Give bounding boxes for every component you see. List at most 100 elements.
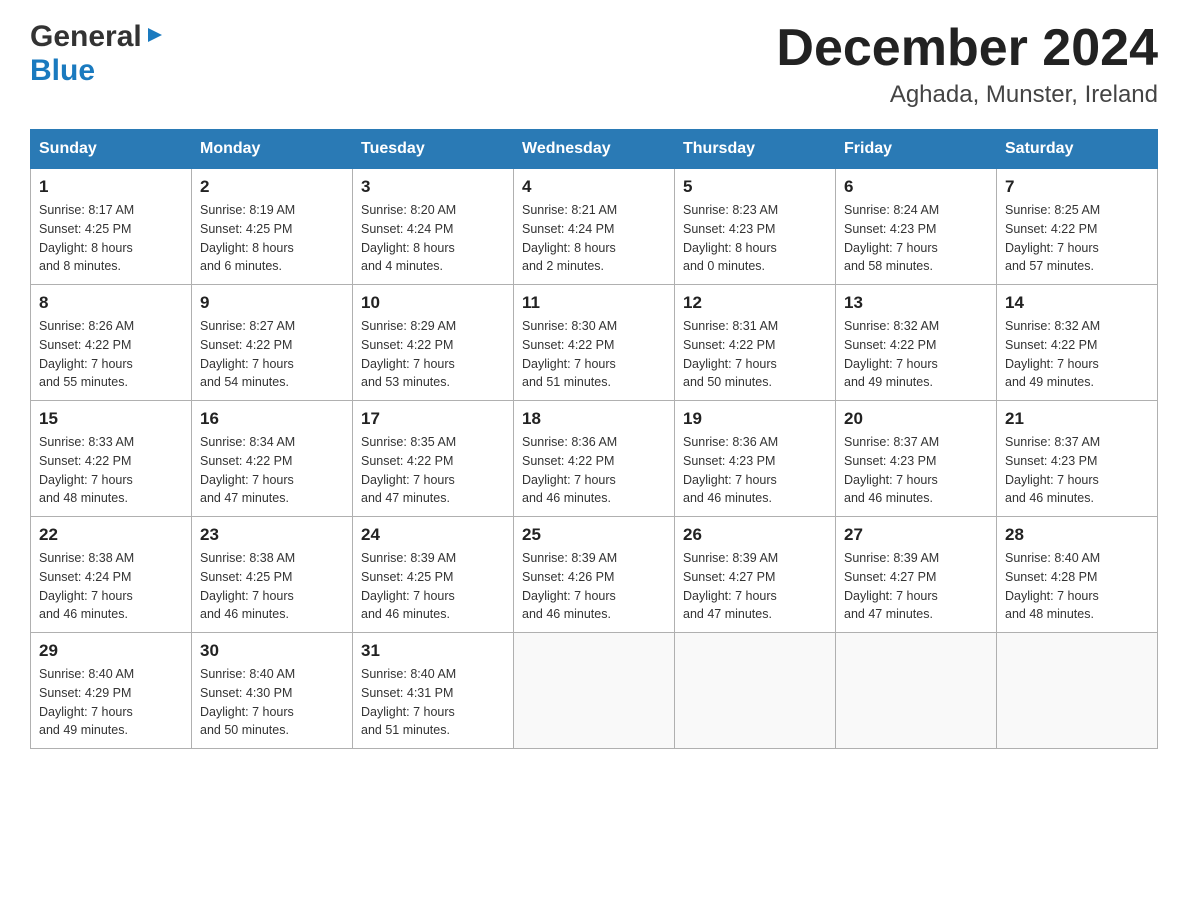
calendar-cell [514, 633, 675, 749]
calendar-cell: 11 Sunrise: 8:30 AMSunset: 4:22 PMDaylig… [514, 285, 675, 401]
week-row-1: 1 Sunrise: 8:17 AMSunset: 4:25 PMDayligh… [31, 169, 1158, 285]
day-number: 8 [39, 293, 183, 313]
page-header: General Blue December 2024 Aghada, Munst… [30, 20, 1158, 109]
week-row-5: 29 Sunrise: 8:40 AMSunset: 4:29 PMDaylig… [31, 633, 1158, 749]
day-info: Sunrise: 8:32 AMSunset: 4:22 PMDaylight:… [844, 319, 939, 389]
calendar-cell: 5 Sunrise: 8:23 AMSunset: 4:23 PMDayligh… [675, 169, 836, 285]
day-info: Sunrise: 8:31 AMSunset: 4:22 PMDaylight:… [683, 319, 778, 389]
day-number: 31 [361, 641, 505, 661]
day-info: Sunrise: 8:40 AMSunset: 4:30 PMDaylight:… [200, 667, 295, 737]
day-number: 30 [200, 641, 344, 661]
day-number: 10 [361, 293, 505, 313]
col-header-tuesday: Tuesday [353, 130, 514, 169]
day-info: Sunrise: 8:39 AMSunset: 4:25 PMDaylight:… [361, 551, 456, 621]
calendar-cell: 7 Sunrise: 8:25 AMSunset: 4:22 PMDayligh… [997, 169, 1158, 285]
week-row-2: 8 Sunrise: 8:26 AMSunset: 4:22 PMDayligh… [31, 285, 1158, 401]
day-number: 21 [1005, 409, 1149, 429]
logo-triangle-icon [144, 24, 166, 46]
day-info: Sunrise: 8:25 AMSunset: 4:22 PMDaylight:… [1005, 203, 1100, 273]
day-number: 18 [522, 409, 666, 429]
day-info: Sunrise: 8:39 AMSunset: 4:26 PMDaylight:… [522, 551, 617, 621]
col-header-thursday: Thursday [675, 130, 836, 169]
day-number: 23 [200, 525, 344, 545]
day-info: Sunrise: 8:29 AMSunset: 4:22 PMDaylight:… [361, 319, 456, 389]
col-header-wednesday: Wednesday [514, 130, 675, 169]
day-number: 22 [39, 525, 183, 545]
calendar-cell: 17 Sunrise: 8:35 AMSunset: 4:22 PMDaylig… [353, 401, 514, 517]
day-info: Sunrise: 8:39 AMSunset: 4:27 PMDaylight:… [844, 551, 939, 621]
day-number: 29 [39, 641, 183, 661]
day-number: 12 [683, 293, 827, 313]
day-number: 11 [522, 293, 666, 313]
calendar-cell: 20 Sunrise: 8:37 AMSunset: 4:23 PMDaylig… [836, 401, 997, 517]
logo-blue-text: Blue [30, 54, 95, 87]
col-header-friday: Friday [836, 130, 997, 169]
calendar-cell [675, 633, 836, 749]
day-info: Sunrise: 8:19 AMSunset: 4:25 PMDaylight:… [200, 203, 295, 273]
day-info: Sunrise: 8:37 AMSunset: 4:23 PMDaylight:… [844, 435, 939, 505]
calendar-cell: 21 Sunrise: 8:37 AMSunset: 4:23 PMDaylig… [997, 401, 1158, 517]
calendar-cell: 4 Sunrise: 8:21 AMSunset: 4:24 PMDayligh… [514, 169, 675, 285]
day-number: 20 [844, 409, 988, 429]
calendar-cell: 18 Sunrise: 8:36 AMSunset: 4:22 PMDaylig… [514, 401, 675, 517]
day-number: 14 [1005, 293, 1149, 313]
day-info: Sunrise: 8:40 AMSunset: 4:31 PMDaylight:… [361, 667, 456, 737]
day-number: 9 [200, 293, 344, 313]
day-number: 27 [844, 525, 988, 545]
calendar-cell: 24 Sunrise: 8:39 AMSunset: 4:25 PMDaylig… [353, 517, 514, 633]
calendar-header-row: SundayMondayTuesdayWednesdayThursdayFrid… [31, 130, 1158, 169]
calendar-cell: 13 Sunrise: 8:32 AMSunset: 4:22 PMDaylig… [836, 285, 997, 401]
day-number: 6 [844, 177, 988, 197]
logo: General Blue [30, 20, 166, 88]
day-info: Sunrise: 8:37 AMSunset: 4:23 PMDaylight:… [1005, 435, 1100, 505]
calendar-cell: 15 Sunrise: 8:33 AMSunset: 4:22 PMDaylig… [31, 401, 192, 517]
calendar-cell: 6 Sunrise: 8:24 AMSunset: 4:23 PMDayligh… [836, 169, 997, 285]
col-header-monday: Monday [192, 130, 353, 169]
day-info: Sunrise: 8:40 AMSunset: 4:29 PMDaylight:… [39, 667, 134, 737]
calendar-cell: 8 Sunrise: 8:26 AMSunset: 4:22 PMDayligh… [31, 285, 192, 401]
calendar-cell: 28 Sunrise: 8:40 AMSunset: 4:28 PMDaylig… [997, 517, 1158, 633]
calendar-cell: 1 Sunrise: 8:17 AMSunset: 4:25 PMDayligh… [31, 169, 192, 285]
calendar-cell [997, 633, 1158, 749]
day-number: 16 [200, 409, 344, 429]
day-number: 3 [361, 177, 505, 197]
col-header-saturday: Saturday [997, 130, 1158, 169]
calendar-cell: 16 Sunrise: 8:34 AMSunset: 4:22 PMDaylig… [192, 401, 353, 517]
day-info: Sunrise: 8:30 AMSunset: 4:22 PMDaylight:… [522, 319, 617, 389]
calendar-cell: 14 Sunrise: 8:32 AMSunset: 4:22 PMDaylig… [997, 285, 1158, 401]
location-subtitle: Aghada, Munster, Ireland [776, 81, 1158, 109]
col-header-sunday: Sunday [31, 130, 192, 169]
day-number: 26 [683, 525, 827, 545]
day-number: 13 [844, 293, 988, 313]
calendar-cell: 9 Sunrise: 8:27 AMSunset: 4:22 PMDayligh… [192, 285, 353, 401]
calendar-cell: 22 Sunrise: 8:38 AMSunset: 4:24 PMDaylig… [31, 517, 192, 633]
week-row-3: 15 Sunrise: 8:33 AMSunset: 4:22 PMDaylig… [31, 401, 1158, 517]
calendar-cell: 29 Sunrise: 8:40 AMSunset: 4:29 PMDaylig… [31, 633, 192, 749]
calendar-cell: 31 Sunrise: 8:40 AMSunset: 4:31 PMDaylig… [353, 633, 514, 749]
calendar-cell: 23 Sunrise: 8:38 AMSunset: 4:25 PMDaylig… [192, 517, 353, 633]
day-info: Sunrise: 8:33 AMSunset: 4:22 PMDaylight:… [39, 435, 134, 505]
day-info: Sunrise: 8:38 AMSunset: 4:25 PMDaylight:… [200, 551, 295, 621]
day-number: 24 [361, 525, 505, 545]
day-info: Sunrise: 8:20 AMSunset: 4:24 PMDaylight:… [361, 203, 456, 273]
calendar-table: SundayMondayTuesdayWednesdayThursdayFrid… [30, 129, 1158, 749]
day-info: Sunrise: 8:36 AMSunset: 4:23 PMDaylight:… [683, 435, 778, 505]
calendar-cell: 27 Sunrise: 8:39 AMSunset: 4:27 PMDaylig… [836, 517, 997, 633]
calendar-cell: 25 Sunrise: 8:39 AMSunset: 4:26 PMDaylig… [514, 517, 675, 633]
day-number: 2 [200, 177, 344, 197]
day-info: Sunrise: 8:24 AMSunset: 4:23 PMDaylight:… [844, 203, 939, 273]
day-info: Sunrise: 8:35 AMSunset: 4:22 PMDaylight:… [361, 435, 456, 505]
day-info: Sunrise: 8:32 AMSunset: 4:22 PMDaylight:… [1005, 319, 1100, 389]
day-number: 19 [683, 409, 827, 429]
day-info: Sunrise: 8:40 AMSunset: 4:28 PMDaylight:… [1005, 551, 1100, 621]
day-number: 1 [39, 177, 183, 197]
day-number: 4 [522, 177, 666, 197]
calendar-cell: 2 Sunrise: 8:19 AMSunset: 4:25 PMDayligh… [192, 169, 353, 285]
calendar-cell [836, 633, 997, 749]
month-title: December 2024 [776, 20, 1158, 77]
title-block: December 2024 Aghada, Munster, Ireland [776, 20, 1158, 109]
week-row-4: 22 Sunrise: 8:38 AMSunset: 4:24 PMDaylig… [31, 517, 1158, 633]
day-info: Sunrise: 8:17 AMSunset: 4:25 PMDaylight:… [39, 203, 134, 273]
day-number: 28 [1005, 525, 1149, 545]
day-number: 17 [361, 409, 505, 429]
